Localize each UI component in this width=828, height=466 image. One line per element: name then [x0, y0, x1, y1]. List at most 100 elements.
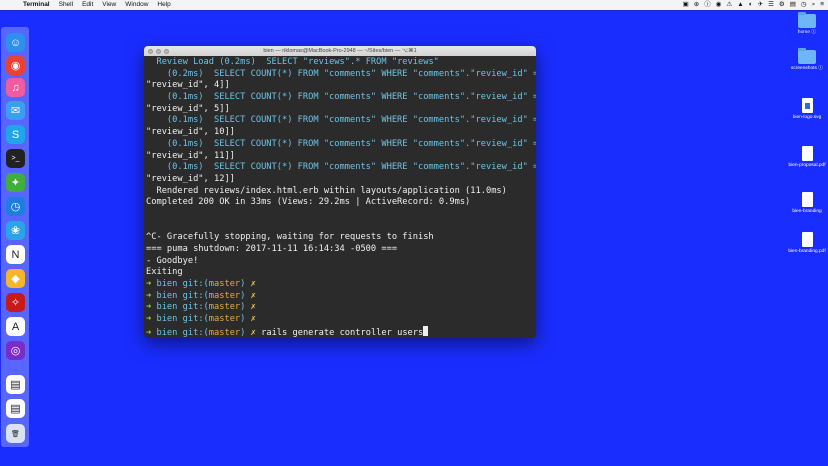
terminal-line: "review_id", 4]]: [146, 80, 536, 92]
status-icon[interactable]: ◉: [716, 0, 722, 10]
folder-icon: [798, 12, 816, 28]
skype-icon[interactable]: S: [6, 125, 25, 144]
terminal-line: "review_id", 12]]: [146, 174, 536, 186]
terminal-text: === puma shutdown: 2017-11-11 16:14:34 -…: [146, 244, 398, 254]
trash-icon[interactable]: 🗑: [6, 424, 25, 443]
status-icon[interactable]: ⓘ: [704, 0, 711, 10]
terminal-text: "review_id", 4]]: [146, 80, 230, 91]
safari-icon[interactable]: ✦: [6, 173, 25, 192]
document-icon-2[interactable]: ▤: [6, 399, 25, 418]
zoom-window-icon[interactable]: [164, 48, 169, 54]
chrome-icon[interactable]: ◉: [6, 56, 25, 75]
finder-icon[interactable]: ☺: [6, 33, 25, 52]
terminal-line: (0.1ms) SELECT COUNT(*) FROM "comments" …: [146, 139, 536, 151]
terminal-titlebar[interactable]: bien — riklomas@MacBook-Pro-2948 — ~/Sit…: [144, 46, 536, 56]
status-icon[interactable]: ⚠: [726, 0, 732, 10]
status-icon[interactable]: ▤: [790, 0, 796, 10]
menu-help[interactable]: Help: [157, 0, 170, 10]
status-icon[interactable]: ⊕: [694, 0, 699, 10]
terminal-text: ✗: [250, 302, 256, 313]
menu-view[interactable]: View: [102, 0, 116, 10]
file-icon: [801, 98, 813, 113]
status-icon[interactable]: ▣: [683, 0, 689, 10]
desktop-file[interactable]: bien-branding.pdf: [782, 232, 828, 255]
terminal-cursor: [423, 325, 429, 336]
status-icon[interactable]: ◷: [801, 0, 807, 10]
desktop-folder[interactable]: home ⓘ: [782, 12, 828, 36]
terminal-icon[interactable]: >_: [6, 149, 25, 168]
terminal-text: master: [208, 290, 241, 301]
terminal-line: ➜ bien git:(master) ✗: [146, 314, 536, 326]
desktop-item-label: bien-logo.svg: [792, 115, 822, 120]
sketch-icon[interactable]: ◆: [6, 269, 25, 288]
status-icon[interactable]: ✈: [758, 0, 763, 10]
status-icon[interactable]: ☰: [768, 0, 774, 10]
terminal-line: (0.1ms) SELECT COUNT(*) FROM "comments" …: [146, 162, 536, 174]
terminal-text: master: [208, 302, 241, 313]
affinity-icon[interactable]: A: [6, 317, 25, 336]
document-icon[interactable]: ▤: [6, 375, 25, 394]
status-icon[interactable]: ▲: [737, 0, 743, 10]
terminal-text: Exiting: [146, 267, 183, 278]
terminal-text: Completed 200 OK in 33ms (Views: 29.2ms …: [146, 197, 471, 208]
terminal-text: rails generate controller users: [261, 327, 424, 338]
close-window-icon[interactable]: [148, 48, 153, 54]
terminal-text: master: [208, 327, 241, 338]
terminal-text: ): [240, 314, 251, 325]
terminal-text: bien: [156, 290, 183, 301]
terminal-text: ➜: [146, 314, 157, 325]
terminal-text: git:(: [182, 327, 209, 338]
menu-window[interactable]: Window: [125, 0, 148, 10]
terminal-line: ^C- Gracefully stopping, waiting for req…: [146, 232, 536, 244]
desktop-file[interactable]: bien-proposal.pdf: [782, 146, 828, 169]
terminal-line: "review_id", 10]]: [146, 127, 536, 139]
desktop-item-label: bien-proposal.pdf: [788, 163, 826, 168]
itunes-icon[interactable]: ♫: [6, 78, 25, 97]
menu-edit[interactable]: Edit: [82, 0, 93, 10]
terminal-text: bien: [156, 302, 183, 313]
terminal-text: ✗: [250, 327, 262, 338]
desktop-file[interactable]: bien-logo.svg: [782, 98, 828, 121]
notion-icon[interactable]: N: [6, 245, 25, 264]
terminal-text: ✗: [250, 279, 256, 290]
terminal-line: (0.2ms) SELECT COUNT(*) FROM "comments" …: [146, 69, 536, 81]
tweetbot-icon[interactable]: ❀: [6, 221, 25, 240]
messages-icon[interactable]: ✉: [6, 101, 25, 120]
desktop-file[interactable]: bien-branding: [782, 192, 828, 215]
terminal-line: (0.1ms) SELECT COUNT(*) FROM "comments" …: [146, 115, 536, 127]
terminal-text: Rendered reviews/index.html.erb within l…: [146, 185, 507, 196]
terminal-line: "review_id", 5]]: [146, 104, 536, 116]
terminal-line: Exiting: [146, 267, 536, 279]
terminal-output[interactable]: Review Load (0.2ms) SELECT "reviews".* F…: [144, 56, 536, 338]
terminal-line: Rendered reviews/index.html.erb within l…: [146, 186, 536, 198]
terminal-text: bien: [156, 314, 183, 325]
terminal-text: (0.2ms) SELECT COUNT(*) FROM "comments" …: [146, 68, 536, 79]
terminal-text: git:(: [182, 290, 209, 301]
terminal-text: master: [208, 279, 241, 290]
dvd-player-icon[interactable]: ◎: [6, 341, 25, 360]
terminal-text: ✗: [250, 290, 256, 301]
file-icon: [801, 146, 813, 161]
status-tray: ▣ ⊕ ⓘ ◉ ⚠ ▲ ◐ ✈ ☰ ⚙ ▤ ◷ ⌕ ≡: [678, 0, 824, 10]
status-icon[interactable]: ⌕: [812, 0, 816, 10]
status-icon[interactable]: ⚙: [779, 0, 785, 10]
terminal-text: (0.1ms) SELECT COUNT(*) FROM "comments" …: [146, 138, 536, 149]
menu-shell[interactable]: Shell: [59, 0, 73, 10]
terminal-window[interactable]: bien — riklomas@MacBook-Pro-2948 — ~/Sit…: [144, 46, 536, 338]
status-icon[interactable]: ◐: [749, 0, 753, 10]
terminal-text: ✗: [250, 314, 256, 325]
status-icon[interactable]: ≡: [820, 0, 824, 10]
terminal-line: ➜ bien git:(master) ✗: [146, 279, 536, 291]
menu-terminal[interactable]: Terminal: [23, 0, 50, 10]
desktop-item-label: home ⓘ: [797, 30, 817, 35]
terminal-line: ➜ bien git:(master) ✗ rails generate con…: [146, 325, 536, 338]
clock-icon[interactable]: ◷: [6, 197, 25, 216]
terminal-text: - Goodbye!: [146, 255, 199, 266]
terminal-text: ➜: [146, 302, 157, 313]
desktop-folder[interactable]: screenshots ⓘ: [782, 48, 828, 72]
terminal-text: master: [208, 314, 241, 325]
acrobat-icon[interactable]: ✧: [6, 293, 25, 312]
minimize-window-icon[interactable]: [156, 48, 161, 54]
